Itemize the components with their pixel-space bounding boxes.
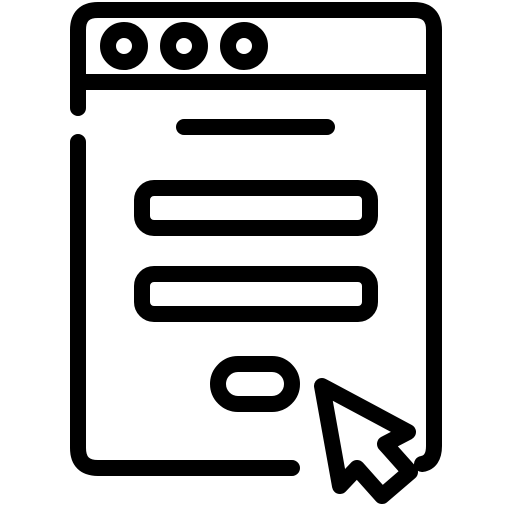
password-input-field[interactable]: [134, 266, 378, 322]
mouse-cursor-icon: [314, 378, 418, 504]
submit-button[interactable]: [210, 356, 300, 412]
login-form-illustration: [0, 0, 512, 512]
window-dot-2-icon: [160, 22, 208, 70]
window-dot-1-icon: [100, 22, 148, 70]
username-input-field[interactable]: [134, 180, 378, 236]
web-login-form-icon: [70, 2, 442, 504]
window-dot-3-icon: [220, 22, 268, 70]
